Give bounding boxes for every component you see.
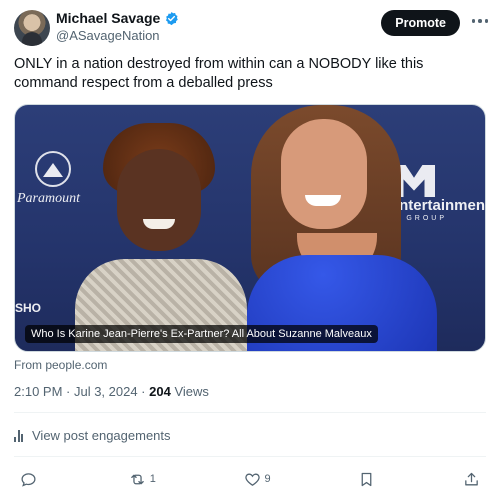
avatar[interactable]	[14, 10, 50, 46]
views-count: 204	[149, 384, 171, 399]
display-name[interactable]: Michael Savage	[56, 10, 160, 26]
photo-person-left	[75, 123, 247, 351]
more-icon[interactable]	[470, 16, 490, 26]
bars-icon	[14, 429, 26, 442]
media-caption: Who Is Karine Jean-Pierre's Ex-Partner? …	[25, 325, 378, 343]
link-source[interactable]: From people.com	[14, 358, 107, 372]
media-card[interactable]: Paramount Entertainmen GROUP SHO Who Is …	[14, 104, 486, 352]
share-icon	[465, 472, 478, 485]
divider	[14, 456, 486, 457]
promote-button[interactable]: Promote	[381, 10, 460, 36]
reply-icon	[21, 472, 36, 487]
post-header: Michael Savage @ASavageNation Promote	[10, 8, 490, 48]
sho-logo-text: SHO	[15, 301, 42, 315]
share-button[interactable]	[463, 471, 480, 488]
repost-icon	[130, 474, 144, 484]
photo-person-right	[241, 105, 471, 351]
view-engagements-link[interactable]: View post engagements	[14, 428, 171, 443]
action-bar: 1 9	[14, 466, 486, 492]
post-meta: 2:10 PM · Jul 3, 2024 · 204 Views	[14, 384, 209, 399]
like-count: 9	[264, 473, 271, 485]
timestamp[interactable]: 2:10 PM · Jul 3, 2024 ·	[14, 384, 149, 399]
paramount-mountain-icon	[35, 151, 71, 187]
post-text: ONLY in a nation destroyed from within c…	[14, 56, 424, 91]
engagements-label: View post engagements	[32, 428, 171, 443]
like-icon	[244, 473, 260, 486]
bookmark-icon	[361, 472, 372, 486]
like-button[interactable]: 9	[244, 471, 271, 488]
verified-badge-icon	[166, 11, 179, 25]
name-row: Michael Savage	[56, 10, 179, 26]
handle[interactable]: @ASavageNation	[56, 28, 160, 43]
paramount-logo-text: Paramount	[17, 191, 80, 206]
views-label: Views	[170, 384, 209, 399]
repost-count: 1	[149, 473, 156, 485]
divider	[14, 412, 486, 413]
reply-button[interactable]	[20, 471, 41, 488]
bookmark-button[interactable]	[358, 471, 375, 488]
repost-button[interactable]: 1	[129, 471, 156, 488]
